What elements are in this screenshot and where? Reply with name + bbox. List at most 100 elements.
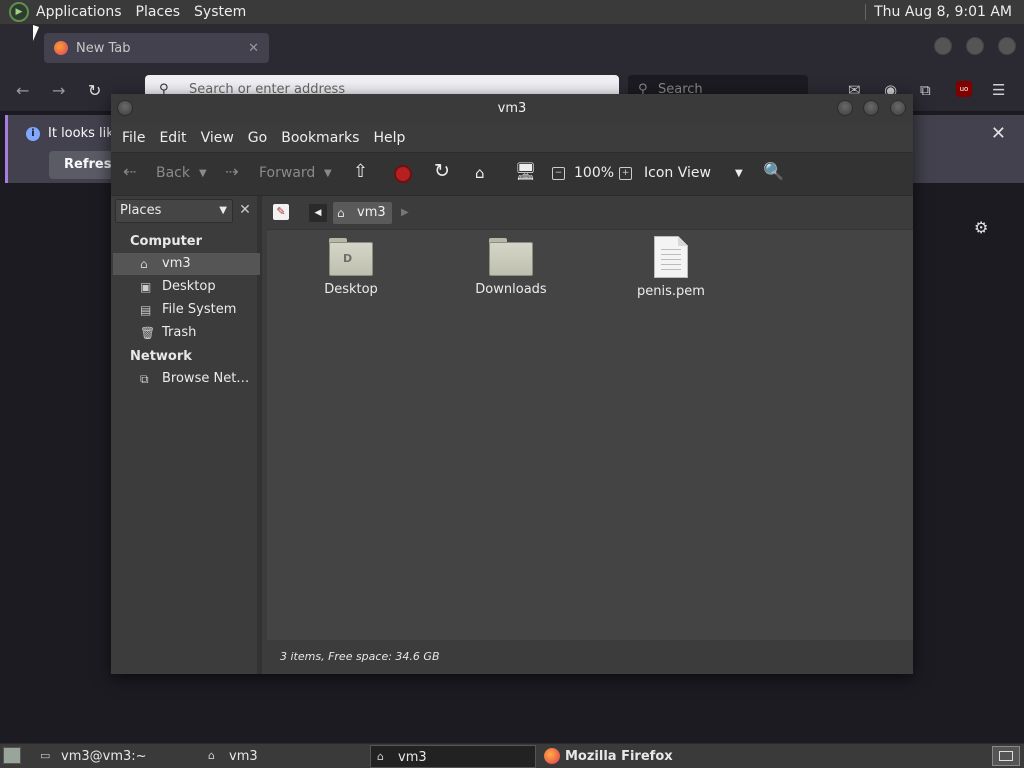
edit-location-icon[interactable]: ✎ (273, 204, 289, 220)
firefox-close-button[interactable] (998, 37, 1016, 55)
mouse-cursor-icon (33, 25, 39, 41)
taskbar-item-label: vm3 (398, 750, 427, 765)
maximize-button[interactable] (863, 100, 879, 116)
forward-arrow-icon[interactable]: ⇢ (225, 162, 238, 181)
home-icon[interactable]: ⌂ (475, 164, 485, 182)
stop-icon[interactable] (394, 165, 412, 183)
firefox-minimize-button[interactable] (934, 37, 952, 55)
file-item-downloads[interactable]: Downloads (456, 238, 566, 297)
hamburger-menu-icon[interactable]: ☰ (992, 81, 1005, 99)
sidebar-item-desktop[interactable]: ▣ Desktop (113, 276, 260, 298)
forward-history-chevron-down-icon[interactable]: ▼ (324, 168, 332, 179)
top-panel: ▶ Applications Places System Thu Aug 8, … (0, 0, 1024, 25)
terminal-icon: ▭ (40, 749, 51, 762)
sidebar-item-trash[interactable]: 🗑 Trash (113, 322, 260, 344)
status-bar: 3 items, Free space: 34.6 GB (267, 640, 913, 674)
show-desktop-icon[interactable] (3, 747, 21, 764)
folder-icon: D (329, 238, 373, 276)
window-menu-button[interactable] (117, 100, 133, 116)
sidebar-item-vm3[interactable]: ⌂ vm3 (113, 253, 260, 275)
sidebar-close-icon[interactable]: ✕ (235, 200, 255, 220)
folder-icon: ⌂ (377, 750, 384, 763)
search-icon[interactable]: 🔍 (763, 162, 784, 182)
view-mode-select[interactable]: Icon View (644, 165, 711, 181)
sidebar-item-label: Trash (162, 325, 197, 340)
workspace-switcher[interactable] (992, 746, 1020, 766)
menu-go[interactable]: Go (241, 130, 274, 146)
forward-button[interactable]: Forward (259, 165, 315, 181)
close-button[interactable] (890, 100, 906, 116)
bottom-panel: ▭ vm3@vm3:~ ⌂ vm3 ⌂ vm3 Mozilla Firefox (0, 743, 1024, 768)
breadcrumb-vm3[interactable]: ⌂ vm3 (333, 202, 392, 224)
clock[interactable]: Thu Aug 8, 9:01 AM (874, 4, 1012, 20)
reload-icon[interactable]: ↻ (434, 160, 450, 182)
tab-close-icon[interactable]: ✕ (248, 41, 259, 56)
window-titlebar[interactable]: vm3 (111, 94, 913, 123)
network-icon: ⧉ (140, 372, 149, 386)
notice-close-icon[interactable]: ✕ (991, 123, 1006, 144)
gear-icon[interactable]: ⚙ (974, 218, 988, 237)
menu-edit[interactable]: Edit (152, 130, 193, 146)
chevron-down-icon: ▼ (219, 205, 227, 216)
reload-icon[interactable]: ↻ (88, 81, 101, 100)
firefox-maximize-button[interactable] (966, 37, 984, 55)
sidebar-item-file-system[interactable]: ▤ File System (113, 299, 260, 321)
sidebar-item-browse-network[interactable]: ⧉ Browse Net… (113, 368, 260, 390)
ublock-icon[interactable]: uo (956, 81, 972, 97)
taskbar-item-label: Mozilla Firefox (565, 749, 673, 764)
taskbar-item-vm3[interactable]: ⌂ vm3 (202, 745, 368, 768)
zoom-in-icon[interactable]: + (619, 167, 632, 180)
menu-view[interactable]: View (194, 130, 241, 146)
taskbar-item-vm3-active[interactable]: ⌂ vm3 (370, 745, 536, 768)
info-icon: i (26, 127, 40, 141)
firefox-tab-new-tab[interactable]: New Tab ✕ (44, 33, 269, 63)
file-item-desktop[interactable]: D Desktop (296, 238, 406, 297)
taskbar-item-firefox[interactable]: Mozilla Firefox (538, 745, 704, 768)
file-name: penis.pem (637, 284, 705, 299)
sidebar-item-label: Desktop (162, 279, 216, 294)
zoom-level[interactable]: 100% (574, 165, 614, 181)
sidebar-item-label: vm3 (162, 256, 191, 271)
computer-icon[interactable]: 🖥 (515, 162, 537, 182)
file-manager-window: vm3 File Edit View Go Bookmarks Help ⇠ B… (111, 94, 913, 674)
sidebar-type-select[interactable]: Places ▼ (115, 199, 233, 223)
firefox-favicon-icon (54, 41, 68, 55)
menu-places[interactable]: Places (129, 0, 188, 25)
menu-file[interactable]: File (115, 130, 152, 146)
mate-logo-icon[interactable]: ▶ (9, 2, 29, 22)
file-name: Desktop (324, 282, 378, 297)
icon-view[interactable]: D Desktop Downloads penis.pem (267, 230, 913, 640)
menu-system[interactable]: System (187, 0, 253, 25)
back-history-chevron-down-icon[interactable]: ▼ (199, 168, 207, 179)
menu-applications[interactable]: Applications (29, 0, 129, 25)
home-folder-icon: ⌂ (337, 206, 345, 220)
taskbar-item-label: vm3@vm3:~ (61, 749, 147, 764)
back-arrow-icon[interactable]: ← (16, 81, 29, 100)
text-file-icon (654, 236, 688, 278)
menu-help[interactable]: Help (366, 130, 412, 146)
sidebar-item-label: File System (162, 302, 237, 317)
up-arrow-icon[interactable]: ⇧ (353, 161, 368, 182)
sidebar-item-label: Browse Net… (162, 371, 250, 386)
forward-arrow-icon[interactable]: → (52, 81, 65, 100)
zoom-out-icon[interactable]: − (552, 167, 565, 180)
file-item-penis-pem[interactable]: penis.pem (616, 236, 726, 299)
view-mode-chevron-down-icon[interactable]: ▼ (735, 168, 743, 179)
location-pathbar: ✎ ◀ ⌂ vm3 ▶ (267, 196, 913, 230)
tab-title: New Tab (76, 40, 131, 56)
firefox-tabbar: New Tab ✕ (0, 25, 1024, 69)
breadcrumb-label: vm3 (357, 205, 386, 220)
menu-bookmarks[interactable]: Bookmarks (274, 130, 366, 146)
path-left-arrow-icon[interactable]: ◀ (309, 204, 327, 222)
back-button[interactable]: Back (156, 165, 190, 181)
panel-separator (865, 4, 867, 20)
window-title: vm3 (497, 101, 527, 116)
path-right-arrow-icon[interactable]: ▶ (401, 204, 409, 222)
home-folder-icon: ⌂ (140, 257, 148, 271)
taskbar-item-terminal[interactable]: ▭ vm3@vm3:~ (34, 745, 200, 768)
menubar: File Edit View Go Bookmarks Help (111, 123, 913, 152)
extensions-icon[interactable]: ⧉ (920, 81, 931, 99)
back-arrow-icon[interactable]: ⇠ (123, 162, 136, 181)
minimize-button[interactable] (837, 100, 853, 116)
toolbar: ⇠ Back ▼ ⇢ Forward ▼ ⇧ ↻ ⌂ 🖥 − 100% + Ic… (111, 152, 913, 196)
